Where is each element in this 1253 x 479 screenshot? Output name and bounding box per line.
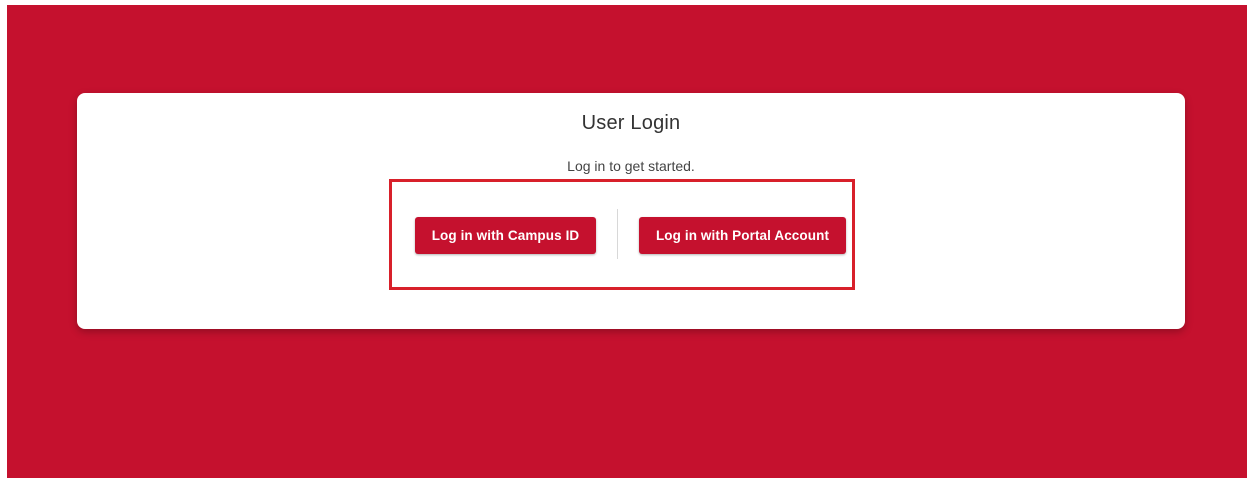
login-campus-id-button[interactable]: Log in with Campus ID	[415, 217, 596, 254]
login-subtitle: Log in to get started.	[567, 158, 695, 174]
page-title: User Login	[581, 112, 681, 134]
login-portal-account-button[interactable]: Log in with Portal Account	[639, 217, 846, 254]
page-background: User Login Log in to get started. Log in…	[7, 5, 1247, 478]
button-divider	[617, 209, 618, 259]
login-card: User Login Log in to get started. Log in…	[77, 93, 1185, 329]
